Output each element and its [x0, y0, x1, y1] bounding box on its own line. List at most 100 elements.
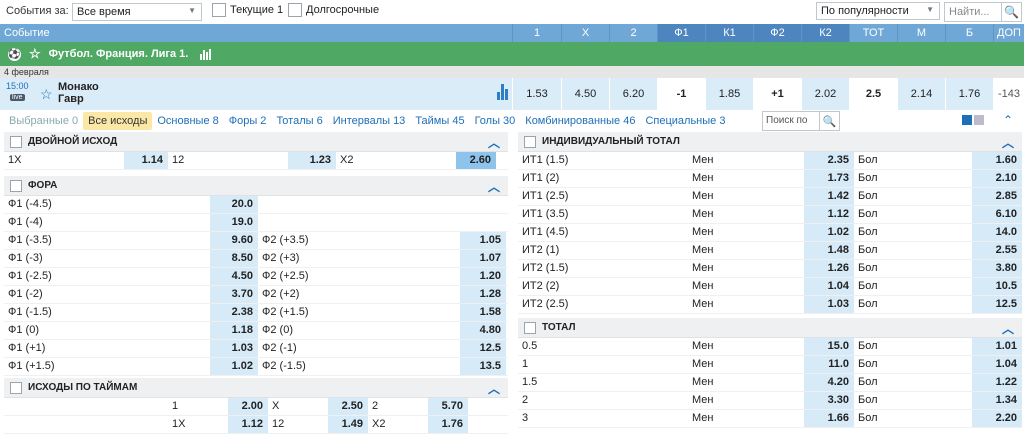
odd-cell[interactable]: 12.5 [972, 296, 1022, 313]
checkbox-icon[interactable] [288, 3, 302, 17]
odd-cell[interactable]: 1.02 [210, 358, 258, 375]
checkbox-icon[interactable] [212, 3, 226, 17]
chevron-up-icon[interactable]: ︿ [488, 134, 500, 151]
checkbox-icon[interactable] [10, 135, 22, 148]
odd-cell[interactable]: 4.80 [460, 322, 506, 339]
odd-cell[interactable]: 1.01 [972, 338, 1022, 355]
odd-cell[interactable]: 1.02 [804, 224, 854, 241]
col-k2[interactable]: К2 [801, 24, 849, 42]
odd-cell[interactable]: 3.80 [972, 260, 1022, 277]
odd-cell[interactable]: 3.30 [804, 392, 854, 409]
odd-cell[interactable]: 1.76 [428, 416, 468, 433]
odd-x[interactable]: 4.50 [561, 78, 609, 110]
odd-cell[interactable]: 1.22 [972, 374, 1022, 391]
list-view-icon[interactable] [974, 115, 984, 125]
chevron-up-icon[interactable]: ︿ [488, 178, 500, 195]
market-header-halves[interactable]: ИСХОДЫ ПО ТАЙМАМ ︿ [4, 378, 508, 398]
odd-cell[interactable]: 2.38 [210, 304, 258, 321]
odd-cell[interactable]: 20.0 [210, 196, 258, 213]
odd-cell[interactable]: 1.28 [460, 286, 506, 303]
odd-cell[interactable]: 1.03 [804, 296, 854, 313]
search-icon[interactable]: 🔍 [819, 112, 839, 130]
odd-1[interactable]: 1.53 [512, 78, 561, 110]
odd-cell[interactable]: 1.23 [288, 152, 336, 169]
odd-cell[interactable]: 13.5 [460, 358, 506, 375]
odd-cell[interactable]: 2.55 [972, 242, 1022, 259]
league-name[interactable]: Футбол. Франция. Лига 1. [49, 48, 189, 60]
odd-cell[interactable]: 1.58 [460, 304, 506, 321]
odd-cell[interactable]: 1.03 [210, 340, 258, 357]
odd-cell[interactable]: 9.60 [210, 232, 258, 249]
team2[interactable]: Гавр [58, 93, 99, 105]
tab-halves[interactable]: Таймы 45 [410, 112, 469, 130]
odd-under[interactable]: 2.14 [897, 78, 945, 110]
tab-selected[interactable]: Выбранные 0 [4, 112, 83, 130]
collapse-icon[interactable]: ⌃ [1003, 113, 1013, 127]
market-header-fora[interactable]: ФОРА ︿ [4, 176, 508, 196]
odd-cell[interactable]: 1.49 [328, 416, 368, 433]
col-x[interactable]: X [561, 24, 609, 42]
checkbox-icon[interactable] [10, 179, 22, 192]
odd-over[interactable]: 1.76 [945, 78, 993, 110]
stats-icon[interactable] [497, 84, 508, 100]
tab-goals[interactable]: Голы 30 [470, 112, 521, 130]
odd-cell[interactable]: 1.66 [804, 410, 854, 427]
tab-combined[interactable]: Комбинированные 46 [520, 112, 640, 130]
odd-cell[interactable]: 15.0 [804, 338, 854, 355]
current-checkbox[interactable]: Текущие 1 [212, 3, 283, 17]
odd-cell[interactable]: 1.04 [972, 356, 1022, 373]
odd-cell[interactable]: 6.10 [972, 206, 1022, 223]
odd-k2[interactable]: 2.02 [801, 78, 849, 110]
tab-special[interactable]: Специальные 3 [640, 112, 730, 130]
odd-2[interactable]: 6.20 [609, 78, 657, 110]
col-f2[interactable]: Ф2 [753, 24, 801, 42]
market-header-total[interactable]: ТОТАЛ ︿ [518, 318, 1022, 338]
odd-cell[interactable]: 19.0 [210, 214, 258, 231]
odd-cell[interactable]: 2.50 [328, 398, 368, 415]
search-input[interactable]: Найти... [945, 3, 1001, 21]
odd-cell[interactable]: 1.34 [972, 392, 1022, 409]
period-select[interactable]: Все время ▼ [72, 3, 202, 21]
odd-cell[interactable]: 2.00 [228, 398, 268, 415]
grid-view-icon[interactable] [962, 115, 972, 125]
tab-intervals[interactable]: Интервалы 13 [328, 112, 411, 130]
odd-cell[interactable]: 1.18 [210, 322, 258, 339]
sort-select[interactable]: По популярности ▼ [816, 2, 940, 20]
odd-cell[interactable]: 1.60 [972, 152, 1022, 169]
col-2[interactable]: 2 [609, 24, 657, 42]
market-search[interactable]: Поиск по 🔍 [762, 111, 840, 131]
odd-cell[interactable]: 1.12 [228, 416, 268, 433]
chevron-up-icon[interactable]: ︿ [1002, 134, 1014, 151]
odd-cell[interactable]: 1.42 [804, 188, 854, 205]
odd-cell[interactable]: 2.60 [456, 152, 496, 169]
col-m[interactable]: М [897, 24, 945, 42]
odd-cell[interactable]: 1.73 [804, 170, 854, 187]
odd-cell[interactable]: 2.10 [972, 170, 1022, 187]
team1[interactable]: Монако [58, 81, 99, 93]
odd-k1[interactable]: 1.85 [705, 78, 753, 110]
col-b[interactable]: Б [945, 24, 993, 42]
odd-cell[interactable]: 1.12 [804, 206, 854, 223]
odd-cell[interactable]: 10.5 [972, 278, 1022, 295]
odd-cell[interactable]: 1.04 [804, 278, 854, 295]
odd-cell[interactable]: 14.0 [972, 224, 1022, 241]
odd-cell[interactable]: 1.26 [804, 260, 854, 277]
odd-cell[interactable]: 2.20 [972, 410, 1022, 427]
odd-cell[interactable]: 5.70 [428, 398, 468, 415]
chevron-up-icon[interactable]: ︿ [488, 380, 500, 397]
odd-cell[interactable]: 3.70 [210, 286, 258, 303]
tab-handicaps[interactable]: Форы 2 [224, 112, 272, 130]
market-header-indiv[interactable]: ИНДИВИДУАЛЬНЫЙ ТОТАЛ ︿ [518, 132, 1022, 152]
odd-cell[interactable]: 8.50 [210, 250, 258, 267]
odd-cell[interactable]: 1.07 [460, 250, 506, 267]
tab-all[interactable]: Все исходы [83, 112, 153, 130]
tab-totals[interactable]: Тоталы 6 [271, 112, 327, 130]
market-search-input[interactable]: Поиск по [763, 112, 819, 130]
more-markets[interactable]: -143 [993, 78, 1024, 110]
search-box[interactable]: Найти... 🔍 [944, 2, 1022, 22]
tab-main[interactable]: Основные 8 [152, 112, 223, 130]
col-1[interactable]: 1 [512, 24, 561, 42]
odd-cell[interactable]: 1.05 [460, 232, 506, 249]
league-row[interactable]: ⚽ ☆ Футбол. Франция. Лига 1. [0, 42, 1024, 66]
checkbox-icon[interactable] [524, 321, 536, 334]
